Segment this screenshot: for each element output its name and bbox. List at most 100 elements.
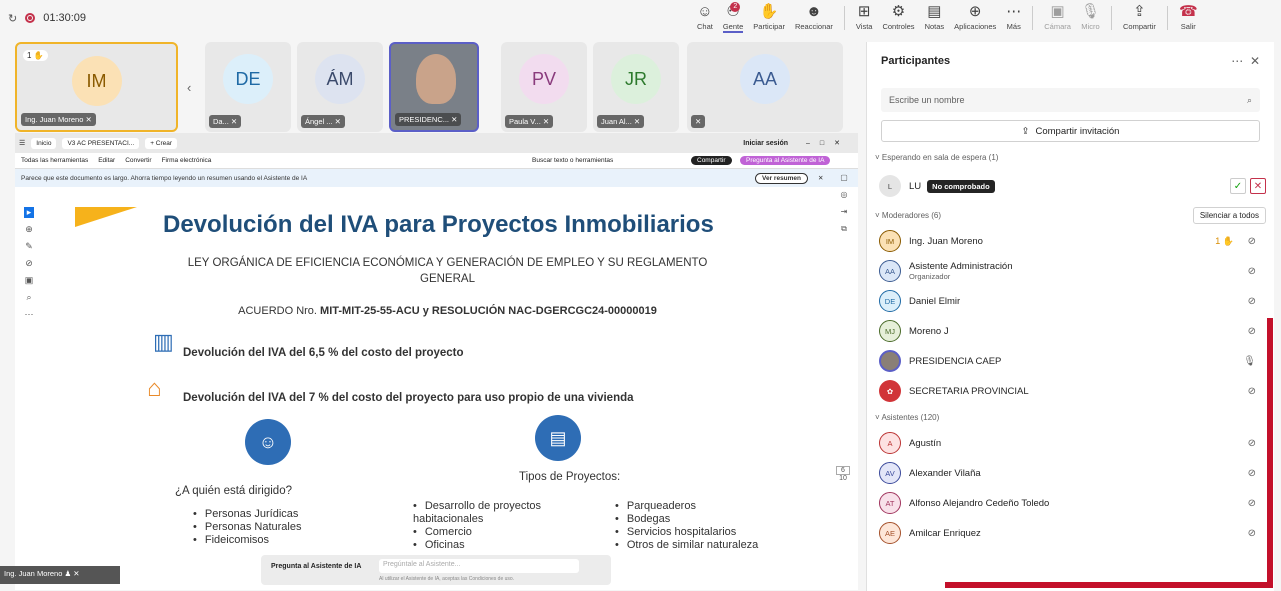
toolbar-share-button[interactable]: ⇪ Compartir xyxy=(1118,2,1161,31)
toolbar-more-button[interactable]: ⋯ Más xyxy=(1001,2,1026,31)
avatar: A xyxy=(879,432,901,454)
search-icon[interactable]: ⌕ xyxy=(26,292,31,303)
close-panel-icon[interactable]: ✕ xyxy=(1250,54,1260,68)
comment-icon[interactable]: ◎ xyxy=(841,190,848,199)
participant-row[interactable]: AA Asistente Administración Organizador ⊘ xyxy=(867,256,1274,286)
list-item: Personas Jurídicas xyxy=(193,508,301,521)
avatar: IM xyxy=(879,230,901,252)
toolbar-hand-button[interactable]: ✋ Participar xyxy=(748,2,790,31)
mic-off-icon[interactable]: ⊘ xyxy=(1248,296,1256,307)
lasso-icon[interactable]: ⊘ xyxy=(25,258,33,269)
strip-prev-icon[interactable]: ‹ xyxy=(187,80,191,95)
shared-screen: ☰ Inicio V3 AC PRESENTACI... + Crear Ini… xyxy=(15,133,858,590)
red-frame-decoration xyxy=(945,318,1273,588)
who-list: Personas JurídicasPersonas NaturalesFide… xyxy=(193,508,302,547)
menu-icon[interactable]: ☰ xyxy=(19,139,25,147)
ai-prompt-bar: Pregunta al Asistente de IA Pregúntale a… xyxy=(261,555,611,585)
tab-document[interactable]: V3 AC PRESENTACI... xyxy=(62,137,140,149)
apps-icon: ⊕ xyxy=(968,3,982,20)
video-tile[interactable]: PRESIDENC... ✕ xyxy=(389,42,479,132)
share-invite-button[interactable]: ⇪ Compartir invitación xyxy=(881,120,1260,142)
search-icon: ⌕ xyxy=(1246,94,1252,105)
tab-home[interactable]: Inicio xyxy=(31,137,57,149)
who-heading: ¿A quién está dirigido? xyxy=(175,485,292,497)
ai-prompt-input[interactable]: Pregúntale al Asistente... xyxy=(379,559,579,573)
notes-icon: ▤ xyxy=(927,3,942,20)
controls-icon: ⚙ xyxy=(891,3,906,20)
video-tile[interactable]: DE Da... ✕ xyxy=(205,42,291,132)
camera-off-icon: ▣ xyxy=(1050,3,1065,20)
toolbar-chat-button[interactable]: ☺ Chat xyxy=(692,2,718,31)
zoom-icon[interactable]: ⊕ xyxy=(25,224,33,235)
share-button[interactable]: Compartir xyxy=(691,156,732,165)
toolbar-camera-off-button[interactable]: ▣ Cámara xyxy=(1039,2,1076,31)
summary-notice: Parece que este documento es largo. Ahor… xyxy=(15,169,858,187)
lobby-section[interactable]: ˅ Esperando en sala de espera (1) xyxy=(867,146,1274,168)
toolbar-apps-button[interactable]: ⊕ Aplicaciones xyxy=(949,2,1001,31)
video-tile[interactable]: ÁM Ángel ... ✕ xyxy=(297,42,383,132)
refresh-icon: ↻ xyxy=(8,12,18,25)
list-item: Desarrollo de proyectos habitacionales xyxy=(413,500,573,526)
toolbar-label: Salir xyxy=(1180,22,1196,31)
toolbar-grid-button[interactable]: ⊞ Vista xyxy=(851,2,878,31)
video-tile[interactable]: PV Paula V... ✕ xyxy=(501,42,587,132)
more-icon[interactable]: ⋯ xyxy=(25,309,34,320)
smile-icon: ☻ xyxy=(806,3,822,20)
decor-triangle xyxy=(75,207,137,227)
toolbar-leave-button[interactable]: ☎ Salir xyxy=(1174,2,1203,31)
ai-prompt-label: Pregunta al Asistente de IA xyxy=(271,563,362,570)
close-icon[interactable]: ✕ xyxy=(818,174,823,182)
panel-header: Participantes ⋯ ✕ xyxy=(867,42,1274,80)
more-options-icon[interactable]: ⋯ xyxy=(1231,54,1243,68)
avatar: AA xyxy=(740,54,790,104)
participant-row[interactable]: DE Daniel Elmir ⊘ xyxy=(867,286,1274,316)
pdf-toolbar: Todas las herramientas Editar Convertir … xyxy=(15,153,858,169)
window-controls[interactable]: –□✕ xyxy=(806,139,850,147)
list-item: Comercio xyxy=(413,526,573,539)
tile-name-label: Da... ✕ xyxy=(209,115,242,128)
avatar: L xyxy=(879,175,901,197)
export-icon[interactable]: ⇥ xyxy=(841,207,848,216)
toolbar-mic-off-button[interactable]: 🎙 Micro xyxy=(1076,2,1105,31)
avatar: AE xyxy=(879,522,901,544)
toolbar-people-button[interactable]: ⚇Gente2 xyxy=(718,2,748,33)
pen-icon[interactable]: ✎ xyxy=(25,241,33,252)
participant-row[interactable]: IM Ing. Juan Moreno 1 ✋ ⊘ xyxy=(867,226,1274,256)
toolbar-controls-button[interactable]: ⚙ Controles xyxy=(877,2,919,31)
moderators-section[interactable]: ˅ Moderadores (6) Silenciar a todos xyxy=(867,204,1274,226)
video-tile[interactable]: AA ✕ xyxy=(687,42,843,132)
copy-icon[interactable]: ⧉ xyxy=(841,224,847,234)
menu-all-tools[interactable]: Todas las herramientas xyxy=(21,157,88,164)
video-tile[interactable]: JR Juan Al... ✕ xyxy=(593,42,679,132)
tile-name-label: Ángel ... ✕ xyxy=(301,115,345,128)
house-icon: ⌂ xyxy=(147,375,162,402)
menu-sign[interactable]: Firma electrónica xyxy=(162,157,212,164)
menu-edit[interactable]: Editar xyxy=(98,157,115,164)
participant-search-input[interactable]: Escribe un nombre ⌕ xyxy=(881,88,1260,112)
toolbar-smile-button[interactable]: ☻ Reaccionar xyxy=(790,2,838,31)
participant-name: Ing. Juan Moreno xyxy=(909,235,983,247)
admit-button[interactable]: ✓ xyxy=(1230,178,1246,194)
search-tools-input[interactable]: Buscar texto o herramientas xyxy=(532,157,613,164)
menu-convert[interactable]: Convertir xyxy=(125,157,151,164)
presentation-icon: ▤ xyxy=(535,415,581,461)
panel-icon[interactable]: ▢ xyxy=(840,173,848,182)
toolbar-notes-button[interactable]: ▤ Notas xyxy=(920,2,950,31)
law-line-2: GENERAL xyxy=(420,273,475,285)
video-strip: ‹ › IM1 ✋Ing. Juan Moreno ✕DEDa... ✕ÁMÁn… xyxy=(15,42,843,132)
signin-button[interactable]: Iniciar sesión xyxy=(743,140,788,147)
mic-off-icon[interactable]: ⊘ xyxy=(1248,266,1256,277)
deny-button[interactable]: ✕ xyxy=(1250,178,1266,194)
tab-new[interactable]: + Crear xyxy=(145,137,178,149)
ai-assistant-button[interactable]: Pregunta al Asistente de IA xyxy=(740,156,831,165)
tile-name-label: Juan Al... ✕ xyxy=(597,115,645,128)
toolbar-label: Gente xyxy=(722,22,744,33)
video-tile[interactable]: IM 1 ✋ Ing. Juan Moreno ✕ xyxy=(15,42,178,132)
mute-all-button[interactable]: Silenciar a todos xyxy=(1192,206,1266,224)
select-icon[interactable]: ▸ xyxy=(23,207,35,218)
list-item: Otros de similar naturaleza xyxy=(615,539,758,552)
mic-off-icon[interactable]: ⊘ xyxy=(1248,236,1256,247)
recording-icon xyxy=(25,13,36,23)
text-icon[interactable]: ▣ xyxy=(25,275,34,286)
view-summary-button[interactable]: Ver resumen xyxy=(755,172,809,184)
